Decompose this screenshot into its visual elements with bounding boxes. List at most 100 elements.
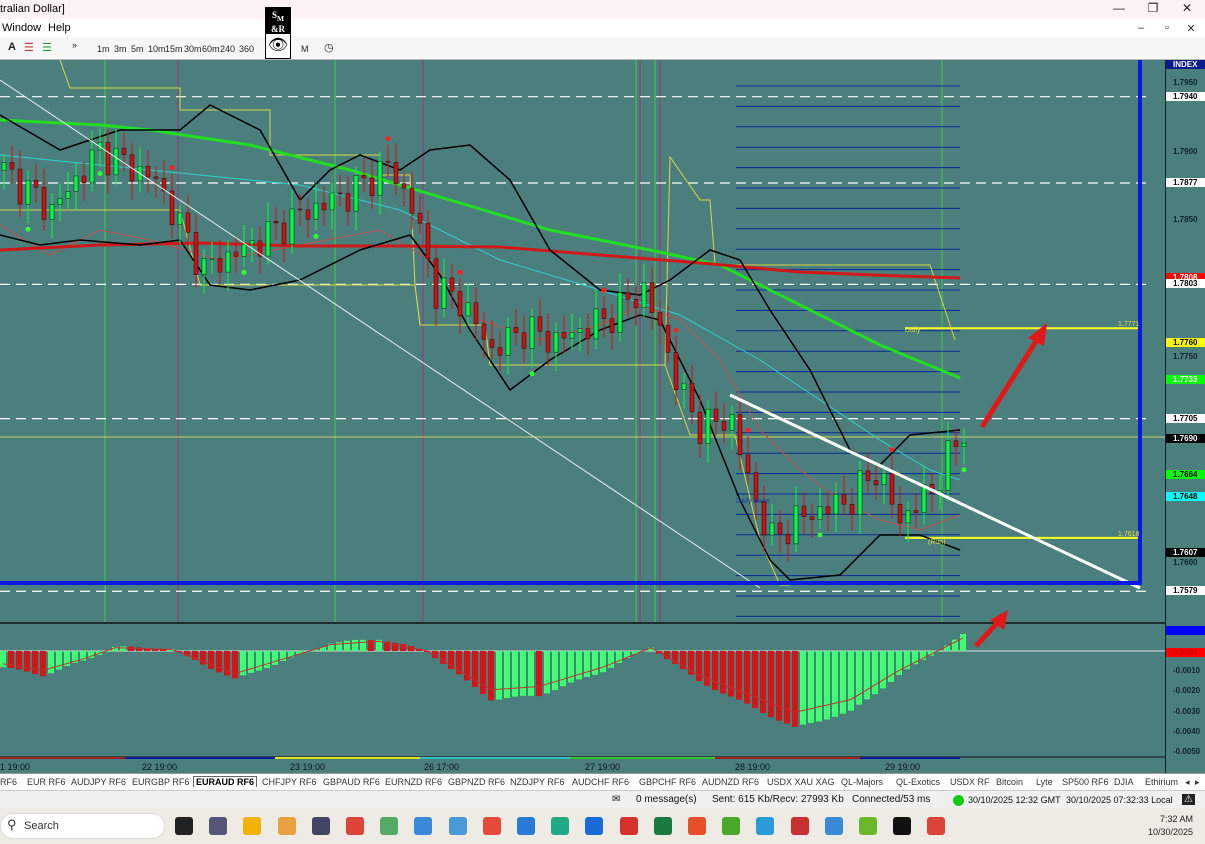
symbol-tab[interactable]: EUR RF6 [27, 777, 66, 787]
histogram-bar [400, 644, 406, 651]
histogram-bar [352, 639, 358, 651]
taskbar-file-explorer-icon[interactable] [243, 817, 262, 835]
symbol-tab[interactable]: RF6 [0, 777, 17, 787]
symbol-tab[interactable]: QL-Majors [841, 777, 883, 787]
candle-body [321, 202, 327, 211]
histogram-bar [264, 651, 270, 669]
taskbar-app-c-green-icon[interactable] [722, 817, 741, 835]
candle-body [841, 494, 847, 505]
taskbar-chrome-icon[interactable] [346, 817, 364, 835]
indicator-tick: -0.0010 [1173, 666, 1201, 676]
taskbar-trading-terminal-icon[interactable] [380, 817, 399, 835]
timeframe-30m[interactable]: 30m [184, 44, 202, 54]
clock-icon[interactable]: ◷ [324, 41, 334, 54]
timeframe-360[interactable]: 360 [239, 44, 254, 54]
candle-body [393, 162, 399, 184]
histogram-bar [768, 651, 774, 718]
symbol-tab[interactable]: Ethirium [1145, 777, 1178, 787]
tabs-scroll-right-icon[interactable]: ▸ [1195, 777, 1200, 788]
signal-dot [961, 467, 967, 473]
menu-help[interactable]: Help [48, 22, 71, 34]
symbol-tab[interactable]: EURAUD RF6 [193, 776, 258, 787]
taskbar-app-red-icon[interactable] [790, 817, 809, 835]
symbol-tab[interactable]: EURGBP RF6 [132, 777, 189, 787]
histogram-bar [856, 651, 862, 705]
chart-canvas[interactable]: Daily Daily Base 1.7771 1.7618 (Run) [0, 60, 1165, 773]
taskbar-app-s-red-icon[interactable] [482, 817, 501, 835]
symbol-tab[interactable]: Lyte [1036, 777, 1053, 787]
symbol-tab[interactable]: GBPNZD RF6 [448, 777, 505, 787]
eye-icon[interactable]: 👁 [266, 34, 290, 58]
symbol-tab[interactable]: CHFJPY RF6 [262, 777, 316, 787]
histogram-bar [216, 651, 222, 673]
symbol-tab[interactable]: GBPAUD RF6 [323, 777, 380, 787]
taskbar-smr-app-icon[interactable] [893, 817, 912, 835]
smr-logo[interactable]: SM &R 👁 [265, 7, 291, 59]
alert-icon[interactable]: ⚠ [1182, 794, 1195, 805]
symbol-tab[interactable]: USDX XAU XAG [767, 777, 835, 787]
taskbar-outlook-icon[interactable] [585, 817, 604, 835]
symbol-tab[interactable]: AUDNZD RF6 [702, 777, 759, 787]
symbol-tab[interactable]: Bitcoin [996, 777, 1023, 787]
mdi-restore-button[interactable]: ▫ [1156, 22, 1178, 34]
taskbar-notepad-icon[interactable] [414, 817, 433, 835]
clock-time: 7:32 AM [1159, 814, 1193, 824]
mdi-close-button[interactable]: ✕ [1180, 22, 1202, 35]
timeframe-5m[interactable]: 5m [131, 44, 144, 54]
taskbar-search[interactable]: ⚲ Search [0, 813, 165, 839]
symbol-tab[interactable]: SP500 RF6 [1062, 777, 1109, 787]
mdi-minimize-button[interactable]: – [1130, 22, 1152, 34]
bollinger-lower-line [0, 234, 961, 581]
timeframe-3m[interactable]: 3m [114, 44, 127, 54]
candle-body [633, 299, 639, 308]
symbol-tab[interactable]: QL-Exotics [896, 777, 940, 787]
fibo-tool-icon[interactable]: ☰ [24, 41, 34, 54]
timeframe-10m[interactable]: 10m [148, 44, 166, 54]
signal-dot [529, 371, 535, 377]
taskbar-telegram-icon[interactable] [756, 817, 775, 835]
candle-body [569, 332, 575, 339]
fibo-ext-tool-icon[interactable]: ☰ [42, 41, 52, 54]
symbol-tab[interactable]: GBPCHF RF6 [639, 777, 696, 787]
symbol-tab[interactable]: EURNZD RF6 [385, 777, 442, 787]
taskbar-app-s-blue-icon[interactable] [517, 817, 535, 835]
taskbar-pdf-icon[interactable] [619, 817, 638, 835]
logo-text: SM &R [266, 8, 290, 34]
taskbar-task-view-icon[interactable] [175, 817, 193, 835]
price-label: 1.7940 [1166, 91, 1205, 101]
candle-body [385, 161, 391, 163]
timeframe-240[interactable]: 240 [220, 44, 235, 54]
taskbar-calculator-icon[interactable] [209, 817, 228, 835]
price-chart[interactable]: Daily Daily Base 1.7771 1.7618 (Run) [0, 60, 1205, 773]
histogram-bar [720, 651, 726, 694]
taskbar-app-kc-icon[interactable] [311, 817, 330, 835]
symbol-tab[interactable]: USDX RF [950, 777, 990, 787]
taskbar-app-c-red-icon[interactable] [688, 817, 706, 835]
taskbar-app-grid-icon[interactable] [824, 817, 843, 835]
taskbar-app-w-icon[interactable] [859, 817, 877, 835]
symbol-tab[interactable]: DJIA [1114, 777, 1134, 787]
maximize-button[interactable]: ❐ [1138, 1, 1168, 15]
upper-level-value: 1.7771 [1118, 321, 1140, 328]
system-clock[interactable]: 7:32 AM 10/30/2025 [1148, 813, 1193, 839]
minimize-button[interactable]: — [1104, 1, 1134, 15]
text-tool-icon[interactable]: A [8, 41, 16, 53]
timeframe-1m[interactable]: 1m [97, 44, 110, 54]
timeframe-60m[interactable]: 60m [202, 44, 220, 54]
symbol-tab[interactable]: NZDJPY RF6 [510, 777, 564, 787]
taskbar-photos-icon[interactable] [448, 817, 467, 835]
candle-body [273, 221, 279, 224]
taskbar-excel-icon[interactable] [653, 817, 672, 835]
symbol-tab[interactable]: AUDJPY RF6 [71, 777, 126, 787]
toolbar-more-button[interactable]: » [72, 40, 77, 50]
close-button[interactable]: ✕ [1172, 1, 1202, 15]
timeframe-monthly[interactable]: M [301, 44, 309, 54]
menu-window[interactable]: Window [2, 22, 41, 34]
symbol-tab[interactable]: AUDCHF RF6 [572, 777, 629, 787]
candle-body [9, 162, 15, 170]
taskbar-app-check-icon[interactable] [551, 817, 570, 835]
taskbar-chrome-2-icon[interactable] [927, 817, 946, 835]
timeframe-15m[interactable]: 15m [165, 44, 183, 54]
taskbar-app-orange-icon[interactable] [277, 817, 296, 835]
tabs-scroll-left-icon[interactable]: ◂ [1185, 777, 1190, 788]
